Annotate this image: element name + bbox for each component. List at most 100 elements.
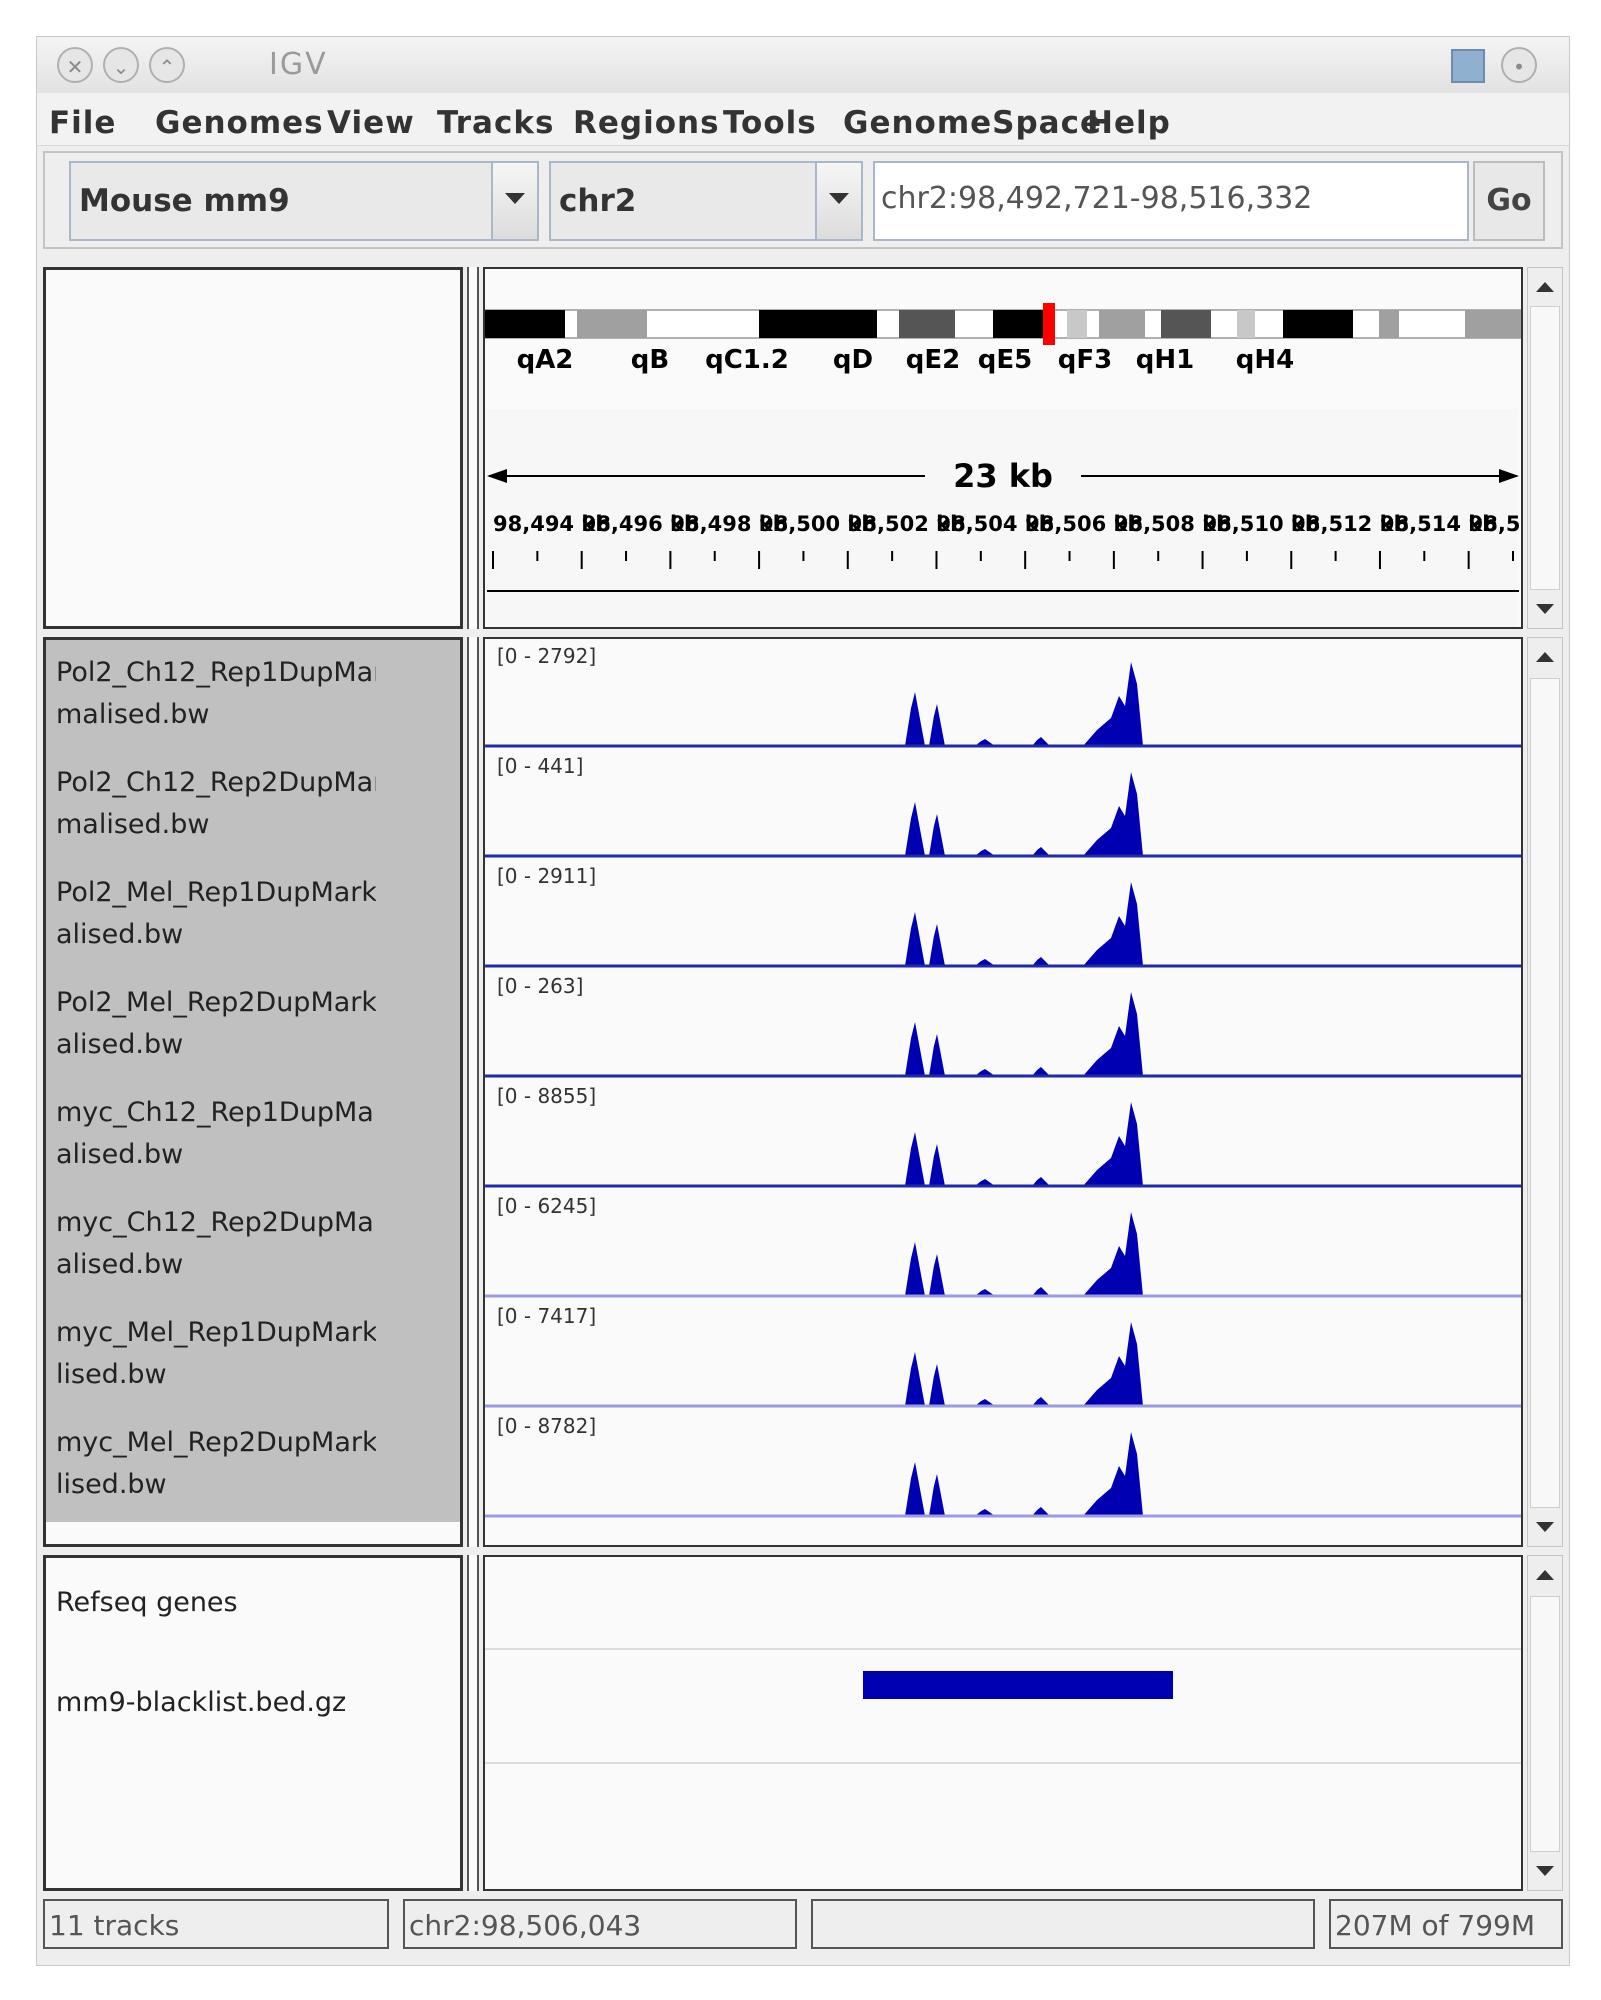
track-range-label: [0 - 8855] [497, 1084, 596, 1108]
signal-area [485, 1102, 1521, 1186]
feature-tracks-svg [485, 1648, 1521, 1764]
signal-tracks-svg: [0 - 2792] [0 - 441] [0 - 2911] [0 - 263] [0… [485, 644, 1521, 1518]
status-track-count: 11 tracks [43, 1899, 389, 1949]
chevron-down-icon[interactable] [491, 163, 537, 239]
track-range-label: [0 - 6245] [497, 1194, 596, 1218]
scroll-down-icon[interactable] [1536, 1522, 1554, 1532]
window-menu-icon[interactable]: • [1501, 47, 1537, 83]
scroll-up-icon[interactable] [1536, 1570, 1554, 1580]
track-name-line2[interactable]: alised.bw [56, 914, 376, 956]
scroll-up-icon[interactable] [1536, 282, 1554, 292]
menu-help[interactable]: Help [1087, 105, 1171, 141]
band-label: qF3 [1058, 345, 1112, 375]
track-name-line2[interactable]: lised.bw [56, 1354, 376, 1396]
menu-tools[interactable]: Tools [723, 105, 817, 141]
ruler-tick-label: 98,516 kb [1469, 512, 1521, 536]
signal-track[interactable]: [0 - 7417] [485, 1304, 1521, 1408]
signal-track[interactable]: [0 - 2911] [485, 864, 1521, 968]
track-range-label: [0 - 2792] [497, 644, 596, 668]
genome-dropdown[interactable]: Mouse mm9 [69, 161, 539, 241]
minimize-window-icon[interactable]: ⌄ [103, 47, 139, 83]
track-name-line1[interactable]: Pol2_Mel_Rep2DupMarkedNorm [56, 982, 376, 1024]
data-scrollbar[interactable] [1527, 637, 1563, 1547]
panel-divider[interactable] [467, 267, 479, 629]
data-name-panel: Pol2_Ch12_Rep1DupMarkedNormalised.bwPol2… [43, 637, 463, 1547]
track-name-line1[interactable]: myc_Mel_Rep1DupMarkedNorma [56, 1312, 376, 1354]
header-data-panel: qA2 qB qC1.2 qD qE2 qE5 qF3 qH1 qH4 23 kb 98,494… [483, 267, 1523, 629]
status-message [811, 1899, 1315, 1949]
signal-track[interactable]: [0 - 8855] [485, 1084, 1521, 1188]
band-label: qH1 [1136, 345, 1194, 375]
signal-track[interactable]: [0 - 263] [485, 974, 1521, 1078]
scroll-down-icon[interactable] [1536, 1866, 1554, 1876]
track-name-line1[interactable]: Pol2_Mel_Rep1DupMarkedNorm [56, 872, 376, 914]
signal-track[interactable]: [0 - 2792] [485, 644, 1521, 748]
track-name-line2[interactable]: malised.bw [56, 804, 376, 846]
genome-value: Mouse mm9 [79, 183, 290, 219]
menu-genomes[interactable]: Genomes [155, 105, 324, 141]
header-name-panel [43, 267, 463, 629]
toolbar: Mouse mm9 chr2 chr2:98,492,721-98,516,33… [43, 151, 1563, 249]
track-name-line1[interactable]: myc_Mel_Rep2DupMarkedNorma [56, 1422, 376, 1464]
track-name-line2[interactable]: lised.bw [56, 1464, 376, 1506]
status-position: chr2:98,506,043 [403, 1899, 797, 1949]
track-name-line2[interactable]: alised.bw [56, 1134, 376, 1176]
menu-genomespace[interactable]: GenomeSpace [843, 105, 1102, 141]
blacklist-feature[interactable] [863, 1671, 1173, 1699]
track-name-line2[interactable]: alised.bw [56, 1024, 376, 1066]
current-view-marker [1043, 303, 1055, 345]
signal-track[interactable]: [0 - 8782] [485, 1414, 1521, 1518]
chromosome-dropdown[interactable]: chr2 [549, 161, 863, 241]
data-track-panel: [0 - 2792] [0 - 441] [0 - 2911] [0 - 263] [0… [483, 637, 1523, 1547]
track-name-line1[interactable]: myc_Ch12_Rep2DupMarkedNorm [56, 1202, 376, 1244]
signal-area [485, 992, 1521, 1076]
locus-input[interactable]: chr2:98,492,721-98,516,332 [873, 161, 1469, 241]
scroll-up-icon[interactable] [1536, 652, 1554, 662]
track-name-line1[interactable]: Pol2_Ch12_Rep1DupMarkedNor [56, 652, 376, 694]
track-range-label: [0 - 2911] [497, 864, 596, 888]
track-name-line2[interactable]: alised.bw [56, 1244, 376, 1286]
signal-area [485, 1322, 1521, 1406]
chromosome-ideogram[interactable] [485, 303, 1521, 345]
feature-name-panel: Refseq genes mm9-blacklist.bed.gz [43, 1555, 463, 1891]
close-window-icon[interactable]: ✕ [57, 47, 93, 83]
track-name-line2[interactable]: malised.bw [56, 694, 376, 736]
panel-divider[interactable] [467, 1555, 479, 1891]
menu-tracks[interactable]: Tracks [437, 105, 554, 141]
signal-track[interactable]: [0 - 6245] [485, 1194, 1521, 1298]
band-label: qD [833, 345, 873, 375]
scroll-down-icon[interactable] [1536, 604, 1554, 614]
signal-track[interactable]: [0 - 441] [485, 754, 1521, 858]
track-name-line1[interactable]: Pol2_Ch12_Rep2DupMarkedNor [56, 762, 376, 804]
chevron-down-icon[interactable] [815, 163, 861, 239]
menu-bar: File Genomes View Tracks Regions Tools G… [37, 93, 1569, 146]
signal-area [485, 772, 1521, 856]
ruler-span-label: 23 kb [953, 457, 1053, 495]
menu-regions[interactable]: Regions [573, 105, 720, 141]
status-memory: 207M of 799M [1329, 1899, 1563, 1949]
ideogram-band-labels: qA2 qB qC1.2 qD qE2 qE5 qF3 qH1 qH4 [517, 345, 1295, 375]
feature-track-panel [483, 1555, 1523, 1891]
scroll-thumb[interactable] [1530, 678, 1560, 1508]
band-label: qH4 [1236, 345, 1294, 375]
track-name-line1[interactable]: myc_Ch12_Rep1DupMarkedNorm [56, 1092, 376, 1134]
band-label: qC1.2 [705, 345, 789, 375]
go-button[interactable]: Go [1473, 161, 1545, 241]
header-scrollbar[interactable] [1527, 267, 1563, 629]
panel-divider[interactable] [467, 637, 479, 1547]
menu-view[interactable]: View [327, 105, 415, 141]
track-range-label: [0 - 8782] [497, 1414, 596, 1438]
scroll-thumb[interactable] [1530, 1596, 1560, 1852]
feature-scrollbar[interactable] [1527, 1555, 1563, 1891]
signal-area [485, 1432, 1521, 1516]
track-range-label: [0 - 7417] [497, 1304, 596, 1328]
menu-file[interactable]: File [49, 105, 116, 141]
scroll-thumb[interactable] [1530, 306, 1560, 590]
band-label: qE2 [906, 345, 960, 375]
name-panel-filler [46, 1522, 460, 1544]
band-label: qB [631, 345, 669, 375]
track-name-refseq[interactable]: Refseq genes [56, 1582, 376, 1624]
track-name-blacklist[interactable]: mm9-blacklist.bed.gz [56, 1682, 376, 1724]
band-label: qE5 [978, 345, 1032, 375]
maximize-window-icon[interactable]: ⌃ [149, 47, 185, 83]
